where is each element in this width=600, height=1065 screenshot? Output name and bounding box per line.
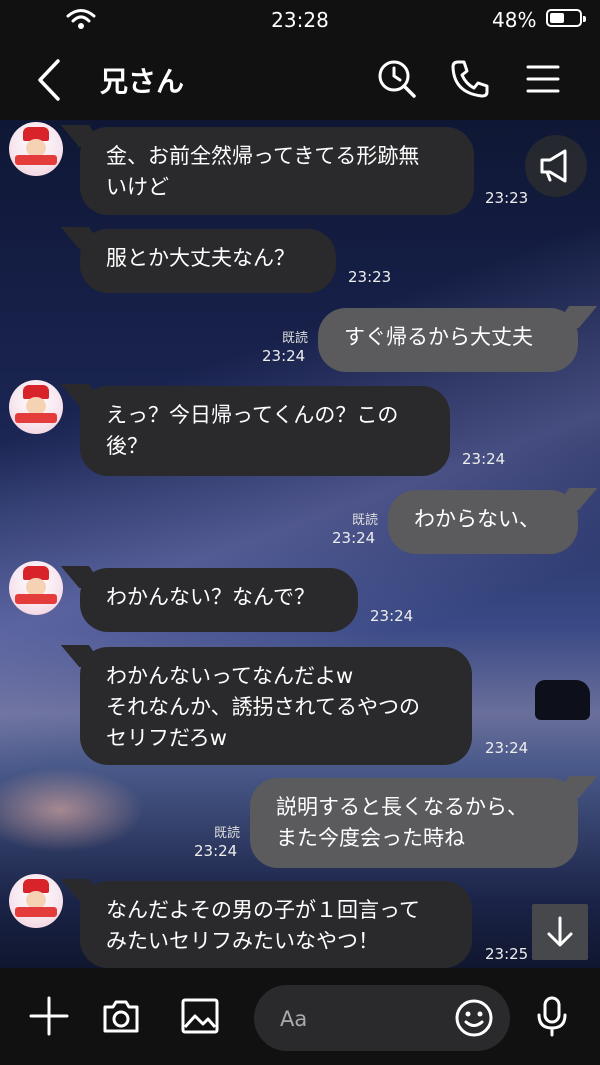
message-input[interactable] xyxy=(278,1001,452,1037)
message-time: 23:24 xyxy=(485,739,529,757)
message-time: 23:24 xyxy=(462,450,506,468)
search-history-icon[interactable] xyxy=(375,57,419,101)
read-receipt: 既読 xyxy=(213,826,240,841)
status-bar: 23:28 48% xyxy=(0,0,600,40)
scroll-down-button[interactable] xyxy=(532,904,588,960)
message-bubble-outgoing[interactable]: すぐ帰るから大丈夫 xyxy=(318,308,578,372)
microphone-icon[interactable] xyxy=(530,994,574,1038)
camera-icon[interactable] xyxy=(99,994,143,1038)
message-bubble-outgoing[interactable]: 説明すると長くなるから、 また今度会った時ね xyxy=(250,778,578,868)
avatar[interactable] xyxy=(9,380,63,434)
message-bubble-incoming[interactable]: わかんないってなんだよw それなんか、誘拐されてるやつの セリフだろw xyxy=(80,647,472,765)
image-icon[interactable] xyxy=(178,994,222,1038)
arrow-down-icon xyxy=(547,916,573,947)
message-input-container xyxy=(254,985,510,1051)
avatar[interactable] xyxy=(9,122,63,176)
avatar[interactable] xyxy=(9,874,63,928)
chat-title: 兄さん xyxy=(100,65,185,98)
announcement-button[interactable] xyxy=(525,135,587,197)
avatar[interactable] xyxy=(9,561,63,615)
message-bubble-incoming[interactable]: なんだよその男の子が１回言って みたいセリフみたいなやつ！ xyxy=(80,881,472,968)
message-bubble-incoming[interactable]: 服とか大丈夫なん？ xyxy=(80,229,336,293)
message-time: 23:24 xyxy=(370,607,414,625)
read-receipt: 既読 xyxy=(351,513,378,528)
message-bubble-outgoing[interactable]: わからない、 xyxy=(388,490,578,554)
emoji-icon[interactable] xyxy=(454,998,494,1038)
back-icon[interactable] xyxy=(28,57,68,103)
message-time: 23:24 xyxy=(194,842,238,860)
message-bubble-incoming[interactable]: えっ？今日帰ってくんの？この 後？ xyxy=(80,386,450,476)
message-time: 23:25 xyxy=(485,945,529,963)
message-time: 23:24 xyxy=(262,347,306,365)
message-time: 23:24 xyxy=(332,529,376,547)
plus-icon[interactable] xyxy=(27,994,71,1038)
read-receipt: 既読 xyxy=(281,331,308,346)
phone-icon[interactable] xyxy=(448,57,492,101)
menu-icon[interactable] xyxy=(520,57,564,101)
battery-icon xyxy=(546,9,586,27)
message-time: 23:23 xyxy=(485,189,529,207)
message-composer xyxy=(0,968,600,1065)
battery-percent: 48% xyxy=(492,8,537,32)
megaphone-icon xyxy=(540,149,567,183)
message-bubble-incoming[interactable]: わかんない？なんで？ xyxy=(80,568,358,632)
message-bubble-incoming[interactable]: 金、お前全然帰ってきてる形跡無 いけど xyxy=(80,127,474,215)
message-time: 23:23 xyxy=(348,268,392,286)
chat-header: 兄さん xyxy=(0,40,600,120)
